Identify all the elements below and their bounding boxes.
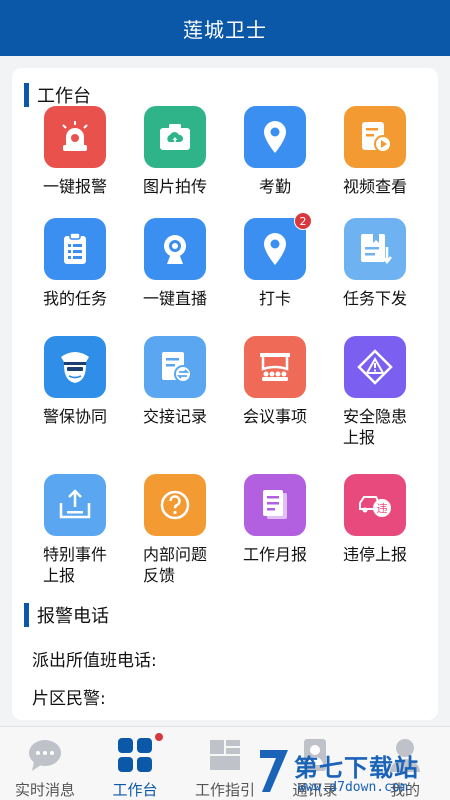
grid-item-my-tasks[interactable]: 我的任务 <box>25 218 125 309</box>
tab-workbench[interactable]: 工作台 <box>90 727 180 800</box>
grid-item-live-broadcast[interactable]: 一键直播 <box>125 218 225 309</box>
grid-item-label: 特别事件 上报 <box>43 545 108 585</box>
grid-item-meeting[interactable]: 会议事项 <box>225 336 325 427</box>
grid-item-label: 违停上报 <box>342 545 407 564</box>
tab-label: 工作台 <box>112 781 158 799</box>
grid-item-label: 交接记录 <box>142 407 207 426</box>
hazard-warning-icon <box>344 336 406 398</box>
camera-upload-icon <box>144 106 206 168</box>
tab-label: 工作指引 <box>194 781 255 799</box>
workbench-title: 工作台 <box>37 86 91 107</box>
clipboard-icon <box>44 218 106 280</box>
video-file-icon <box>344 106 406 168</box>
monthly-report-icon <box>244 474 306 536</box>
grid-item-task-dispatch[interactable]: 任务下发 <box>325 218 425 309</box>
grid-item-label: 考勤 <box>258 177 291 196</box>
grid-item-special-event-report[interactable]: 特别事件 上报 <box>25 474 125 586</box>
grid-item-label: 一键直播 <box>142 289 207 308</box>
grid-item-label: 图片拍传 <box>142 177 207 196</box>
area-police-officer: 片区民警: <box>32 689 106 709</box>
grid-item-video-view[interactable]: 视频查看 <box>325 106 425 197</box>
alarm-icon <box>44 106 106 168</box>
grid-item-police-security[interactable]: 警保协同 <box>25 336 125 427</box>
grid-item-one-key-alarm[interactable]: 一键报警 <box>25 106 125 197</box>
watermark-title: 第七下载站 <box>294 754 419 782</box>
question-icon <box>144 474 206 536</box>
grid-item-label: 会议事项 <box>242 407 307 426</box>
meeting-icon <box>244 336 306 398</box>
grid-item-check-in[interactable]: 2 打卡 <box>225 212 325 309</box>
watermark-logo-icon <box>260 750 288 792</box>
app-header: 莲城卫士 <box>0 0 450 56</box>
grid-item-label: 打卡 <box>258 289 291 308</box>
checkin-pin-icon: 2 <box>244 212 312 280</box>
section-accent-bar <box>24 83 29 107</box>
notification-badge: 2 <box>294 212 312 230</box>
grid-item-label: 警保协同 <box>42 407 107 426</box>
grid-item-label: 任务下发 <box>342 289 407 308</box>
site-watermark: 第七下载站 www.d7down.com <box>254 744 450 800</box>
task-dispatch-icon <box>344 218 406 280</box>
webcam-icon <box>144 218 206 280</box>
grid-item-photo-upload[interactable]: 图片拍传 <box>125 106 225 197</box>
tab-realtime-messages[interactable]: 实时消息 <box>0 727 90 800</box>
grid-item-label: 我的任务 <box>42 289 107 308</box>
page-title: 莲城卫士 <box>183 17 267 42</box>
svg-text:违: 违 <box>377 502 388 515</box>
grid-item-label: 内部问题 反馈 <box>143 545 208 585</box>
grid-icon <box>115 733 163 775</box>
guide-icon <box>205 735 245 775</box>
section-accent-bar <box>24 603 29 627</box>
handover-record-icon <box>144 336 206 398</box>
main-card: 工作台 一键报警 图片拍传 考勤 视频查看 我的任务 一键直播 2 打卡 任务下… <box>12 68 438 720</box>
grid-item-handover-record[interactable]: 交接记录 <box>125 336 225 427</box>
grid-item-label: 一键报警 <box>42 177 107 196</box>
grid-item-monthly-report[interactable]: 工作月报 <box>225 474 325 565</box>
unread-dot <box>155 733 163 741</box>
station-duty-phone: 派出所值班电话: <box>32 651 157 671</box>
grid-item-label: 视频查看 <box>342 177 407 196</box>
police-officer-icon <box>44 336 106 398</box>
illegal-parking-icon: 违 <box>344 474 406 536</box>
grid-item-safety-hazard-report[interactable]: 安全隐患 上报 <box>325 336 425 448</box>
grid-item-internal-feedback[interactable]: 内部问题 反馈 <box>125 474 225 586</box>
grid-item-illegal-parking-report[interactable]: 违 违停上报 <box>325 474 425 565</box>
police-phone-section-title: 报警电话 <box>24 602 109 628</box>
chat-bubble-icon <box>25 735 65 775</box>
tab-label: 实时消息 <box>14 781 75 799</box>
watermark-url: www.d7down.com <box>298 780 408 795</box>
grid-item-label: 工作月报 <box>242 545 307 564</box>
grid-item-attendance[interactable]: 考勤 <box>225 106 325 197</box>
workbench-section-title: 工作台 <box>24 82 91 108</box>
location-pin-icon <box>244 106 306 168</box>
grid-item-label: 安全隐患 上报 <box>343 407 408 447</box>
police-phone-title: 报警电话 <box>37 606 109 627</box>
upload-tray-icon <box>44 474 106 536</box>
